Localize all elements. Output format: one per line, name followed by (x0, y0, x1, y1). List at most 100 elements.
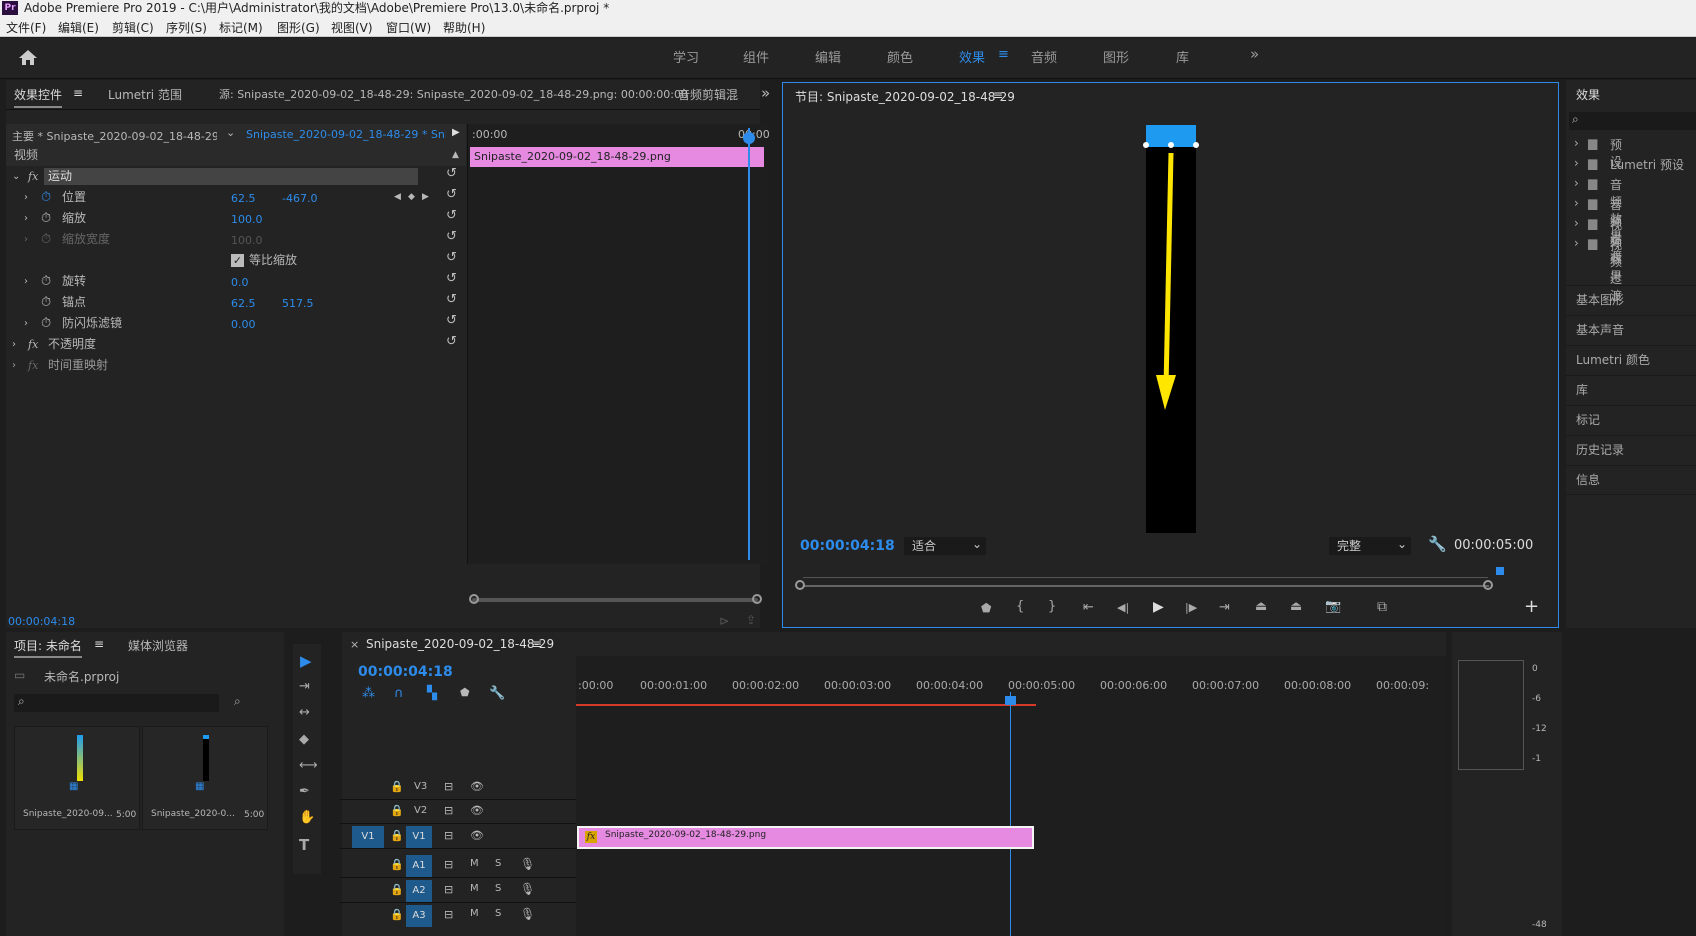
expand-chevron-icon[interactable]: ⌄ (12, 166, 20, 187)
playhead[interactable] (748, 128, 750, 560)
reset-icon[interactable]: ↺ (446, 314, 460, 328)
add-marker-icon[interactable]: ⬟ (981, 601, 991, 615)
transform-handle[interactable] (1193, 142, 1199, 148)
mark-out-icon[interactable]: } (1048, 599, 1056, 614)
timeline-clip[interactable]: fx Snipaste_2020-09-02_18-48-29.png (577, 826, 1034, 849)
track-select-icon[interactable]: ⇥ (299, 679, 310, 694)
project-item[interactable]: ▦ Snipaste_2020-09... 5:00 (14, 726, 140, 830)
menu-marker[interactable]: 标记(M) (219, 19, 263, 36)
antiflicker-value[interactable]: 0.00 (231, 314, 256, 335)
add-marker-icon[interactable]: ⬟ (460, 686, 470, 699)
slip-tool-icon[interactable]: ⟷ (299, 758, 318, 773)
timeline-playhead-handle[interactable] (1005, 696, 1016, 705)
reset-icon[interactable]: ↺ (446, 293, 460, 307)
effect-timeline[interactable]: :00:00 00:00 Snipaste_2020-09-02_18-48-2… (467, 124, 770, 564)
selection-tool-icon[interactable]: ▶ (300, 652, 312, 670)
scale-value[interactable]: 100.0 (231, 209, 263, 230)
home-icon[interactable] (18, 48, 38, 66)
quality-select[interactable]: 完整 ⌄ (1329, 537, 1411, 555)
reset-icon[interactable]: ↺ (446, 251, 460, 265)
effect-time-remap-row[interactable]: › fx 时间重映射 (6, 355, 466, 376)
tab-media-browser[interactable]: 媒体浏览器 (128, 637, 188, 654)
track-label[interactable]: A3 (406, 905, 432, 927)
workspace-libraries[interactable]: 库 (1176, 47, 1189, 66)
effect-controls-timecode[interactable]: 00:00:04:18 (8, 615, 75, 628)
ripple-edit-icon[interactable]: ↔ (299, 705, 310, 720)
reset-icon[interactable]: ↺ (446, 272, 460, 286)
workspace-audio[interactable]: 音频 (1031, 47, 1057, 66)
play-clip-icon[interactable]: ▶ (452, 127, 460, 138)
linked-selection-icon[interactable]: ▚ (427, 686, 437, 701)
stopwatch-icon[interactable]: ⏱ (41, 313, 51, 334)
panel-history[interactable]: 历史记录 (1566, 435, 1696, 465)
sync-lock-icon[interactable]: ⊟ (444, 908, 453, 921)
close-icon[interactable]: × (350, 638, 359, 651)
program-timecode[interactable]: 00:00:04:18 (800, 538, 895, 554)
wrench-icon[interactable]: 🔧 (1428, 535, 1447, 553)
mark-in-icon[interactable]: { (1016, 599, 1024, 614)
tab-audio-clip-mixer[interactable]: 音频剪辑混 (678, 86, 738, 103)
effect-opacity-row[interactable]: › fx 不透明度 (6, 334, 466, 355)
step-forward-icon[interactable]: |▶ (1185, 601, 1197, 614)
rotation-value[interactable]: 0.0 (231, 272, 249, 293)
scroll-handle-left[interactable] (469, 594, 479, 604)
panel-info[interactable]: 信息 (1566, 465, 1696, 495)
mute-button[interactable]: M (470, 883, 479, 894)
track-label[interactable]: V1 (406, 826, 432, 848)
playhead-handle[interactable] (743, 132, 755, 144)
video-preview[interactable] (1143, 125, 1199, 533)
fit-select[interactable]: 适合 ⌄ (904, 537, 986, 555)
more-workspaces-icon[interactable]: » (1250, 45, 1259, 63)
master-clip-label[interactable]: 主要 * Snipaste_2020-09-02_18-48-29... (12, 128, 217, 144)
sync-lock-icon[interactable]: ⊟ (444, 829, 453, 842)
solo-button[interactable]: S (495, 858, 501, 869)
position-y-value[interactable]: -467.0 (282, 188, 317, 209)
find-icon[interactable]: ⌕ (234, 694, 241, 709)
collapse-up-icon[interactable]: ▲ (452, 145, 459, 166)
tab-menu-icon[interactable]: ≡ (73, 86, 83, 100)
snap-nest-icon[interactable]: ⁂ (362, 686, 375, 701)
timeline-timecode[interactable]: 00:00:04:18 (358, 664, 453, 680)
sync-lock-icon[interactable]: ⊟ (444, 804, 453, 817)
export-icon[interactable]: ⇪ (746, 613, 756, 627)
solo-button[interactable]: S (495, 883, 501, 894)
menu-edit[interactable]: 编辑(E) (58, 19, 99, 36)
eye-icon[interactable]: 👁 (470, 780, 484, 793)
position-x-value[interactable]: 62.5 (231, 188, 256, 209)
reset-icon[interactable]: ↺ (446, 209, 460, 223)
panel-essential-graphics[interactable]: 基本图形 (1566, 285, 1696, 315)
effect-clip-bar[interactable]: Snipaste_2020-09-02_18-48-29.png (470, 147, 764, 167)
panel-markers[interactable]: 标记 (1566, 405, 1696, 435)
sync-lock-icon[interactable]: ⊟ (444, 883, 453, 896)
tab-lumetri-scopes[interactable]: Lumetri 范围 (108, 86, 182, 103)
uniform-scale-checkbox[interactable]: ✓ (231, 254, 244, 267)
lock-icon[interactable]: 🔒 (390, 883, 404, 896)
go-to-in-icon[interactable]: ⇤ (1083, 600, 1094, 615)
expand-icon[interactable]: › (24, 208, 28, 229)
scrub-bar[interactable] (803, 585, 1489, 587)
workspace-editing[interactable]: 编辑 (815, 47, 841, 66)
lock-icon[interactable]: 🔒 (390, 829, 404, 842)
workspace-assembly[interactable]: 组件 (743, 47, 769, 66)
microphone-icon[interactable]: 🎙 (520, 907, 535, 921)
lock-icon[interactable]: 🔒 (390, 858, 404, 871)
razor-tool-icon[interactable]: ◆ (299, 732, 309, 747)
tab-source[interactable]: 源: Snipaste_2020-09-02_18-48-29: Snipast… (219, 86, 688, 102)
eye-icon[interactable]: 👁 (470, 804, 484, 817)
menu-file[interactable]: 文件(F) (6, 19, 46, 36)
track-label[interactable]: V3 (414, 781, 427, 792)
panel-menu-icon[interactable]: ≡ (993, 88, 1003, 102)
add-keyframe-icon[interactable]: ◆ (408, 187, 415, 208)
type-tool-icon[interactable]: T (299, 836, 309, 854)
scrub-end-handle[interactable] (1483, 580, 1493, 590)
extract-icon[interactable]: ⏏ (1290, 599, 1302, 614)
export-frame-icon[interactable]: 📷 (1325, 599, 1341, 614)
workspace-color[interactable]: 颜色 (887, 47, 913, 66)
prev-keyframe-icon[interactable]: ◀ (394, 187, 401, 208)
transform-handle[interactable] (1143, 142, 1149, 148)
expand-icon[interactable]: › (12, 355, 16, 376)
panel-libraries[interactable]: 库 (1566, 375, 1696, 405)
microphone-icon[interactable]: 🎙 (520, 857, 535, 871)
sync-lock-icon[interactable]: ⊟ (444, 858, 453, 871)
menu-view[interactable]: 视图(V) (331, 19, 373, 36)
